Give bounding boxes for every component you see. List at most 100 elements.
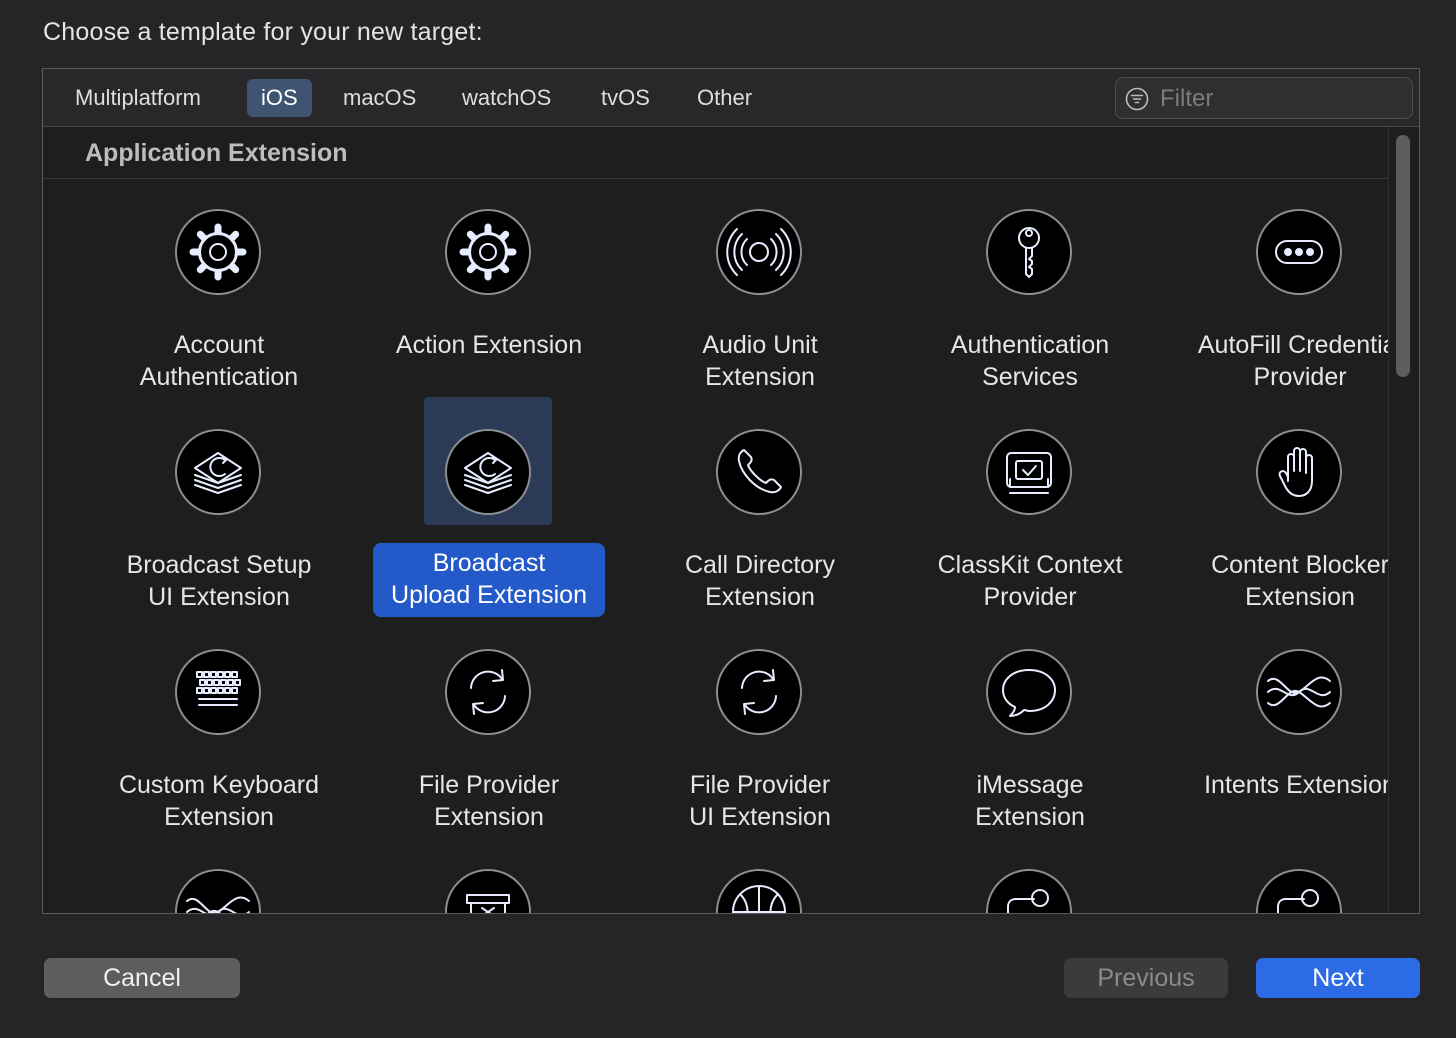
hand-icon	[1278, 447, 1313, 497]
template-item[interactable]: Authentication Services	[895, 179, 1165, 399]
template-item[interactable]: Audio Unit Extension	[625, 179, 895, 399]
template-icon-badge[interactable]	[986, 649, 1072, 735]
template-icon-badge[interactable]	[445, 649, 531, 735]
template-item[interactable]: Broadcast Upload Extension	[354, 397, 624, 619]
template-label: AutoFill Credential Provider	[1165, 329, 1389, 393]
template-label: Custom Keyboard Extension	[84, 769, 354, 833]
template-icon-badge[interactable]	[1256, 869, 1342, 913]
template-label: Broadcast Setup UI Extension	[84, 549, 354, 613]
template-item[interactable]: Account Authentication	[84, 179, 354, 399]
template-label-text: Broadcast Setup UI Extension	[126, 551, 312, 611]
template-label: Authentication Services	[895, 329, 1165, 393]
sync-arrows-icon	[470, 669, 506, 715]
template-item[interactable]	[625, 839, 895, 913]
template-icon-badge[interactable]	[1256, 429, 1342, 515]
filter-field[interactable]	[1115, 77, 1413, 119]
template-label: File Provider Extension	[354, 769, 624, 833]
template-icon-badge[interactable]	[716, 429, 802, 515]
cancel-button[interactable]: Cancel	[44, 958, 240, 998]
tab-tvos[interactable]: tvOS	[587, 79, 664, 117]
filter-input[interactable]	[1158, 82, 1402, 116]
sheet-title: Choose a template for your new target:	[43, 18, 483, 46]
template-label: Account Authentication	[84, 329, 354, 393]
template-label-text: Call Directory Extension	[684, 551, 836, 611]
broadcast-stack-icon	[194, 452, 242, 494]
template-label-text: Action Extension	[395, 331, 583, 359]
template-label: Audio Unit Extension	[625, 329, 895, 393]
scrollbar[interactable]	[1388, 127, 1419, 913]
broadcast-stack-icon	[464, 452, 512, 494]
template-icon-badge[interactable]	[1256, 209, 1342, 295]
template-label-text: Audio Unit Extension	[702, 331, 818, 391]
template-item[interactable]: iMessage Extension	[895, 619, 1165, 839]
template-label-text: Account Authentication	[139, 331, 299, 391]
gear-icon	[459, 223, 517, 281]
notification-icon	[1007, 889, 1049, 913]
section-header: Application Extension	[43, 127, 1389, 179]
template-label: Intents Extension	[1165, 769, 1389, 801]
template-label: Call Directory Extension	[625, 549, 895, 613]
template-item[interactable]: File Provider Extension	[354, 619, 624, 839]
scrollbar-thumb[interactable]	[1396, 135, 1410, 377]
template-icon-badge[interactable]	[445, 869, 531, 913]
next-button[interactable]: Next	[1256, 958, 1420, 998]
template-chooser: Multiplatform iOS macOS watchOS tvOS Oth…	[42, 68, 1420, 914]
template-label: Content Blocker Extension	[1165, 549, 1389, 613]
template-item[interactable]	[354, 839, 624, 913]
template-item[interactable]	[1165, 839, 1389, 913]
template-item[interactable]: Custom Keyboard Extension	[84, 619, 354, 839]
tab-ios[interactable]: iOS	[247, 79, 312, 117]
template-icon-badge[interactable]	[716, 869, 802, 913]
tab-watchos[interactable]: watchOS	[448, 79, 565, 117]
template-icon-badge[interactable]	[986, 869, 1072, 913]
template-icon-badge[interactable]	[445, 209, 531, 295]
template-item[interactable]: AutoFill Credential Provider	[1165, 179, 1389, 399]
intents-waves-icon	[186, 896, 250, 913]
template-item[interactable]: Intents Extension	[1165, 619, 1389, 839]
template-label: Broadcast Upload Extension	[354, 543, 624, 617]
template-label-text: Custom Keyboard Extension	[118, 771, 320, 831]
template-grid: Account Authentication Action Extension Au…	[43, 179, 1389, 913]
template-icon-badge[interactable]	[175, 429, 261, 515]
template-item[interactable]: Content Blocker Extension	[1165, 399, 1389, 619]
tab-multiplatform[interactable]: Multiplatform	[61, 79, 215, 117]
basketball-icon	[732, 885, 786, 913]
phone-icon	[737, 449, 782, 494]
template-item[interactable]: Action Extension	[354, 179, 624, 399]
template-item[interactable]: Broadcast Setup UI Extension	[84, 399, 354, 619]
template-icon-badge[interactable]	[175, 209, 261, 295]
template-label-text: Authentication Services	[950, 331, 1110, 391]
password-dots-icon	[1275, 240, 1323, 264]
template-icon-badge[interactable]	[986, 429, 1072, 515]
template-sheet: Choose a template for your new target: M…	[0, 0, 1456, 1038]
speech-bubble-icon	[1002, 669, 1056, 717]
template-icon-badge[interactable]	[175, 869, 261, 913]
template-label: File Provider UI Extension	[625, 769, 895, 833]
keyboard-icon	[196, 671, 241, 706]
template-icon-badge[interactable]	[716, 209, 802, 295]
tab-macos[interactable]: macOS	[329, 79, 430, 117]
audio-waves-icon	[726, 228, 792, 276]
template-item[interactable]: File Provider UI Extension	[625, 619, 895, 839]
template-item[interactable]	[84, 839, 354, 913]
template-icon-badge[interactable]	[1256, 649, 1342, 735]
template-item[interactable]: ClassKit Context Provider	[895, 399, 1165, 619]
platform-tabbar: Multiplatform iOS macOS watchOS tvOS Oth…	[43, 69, 1419, 127]
template-item[interactable]: Call Directory Extension	[625, 399, 895, 619]
section-title: Application Extension	[85, 139, 348, 167]
template-item[interactable]	[895, 839, 1165, 913]
template-icon-badge[interactable]	[445, 429, 531, 515]
template-label-text: File Provider Extension	[418, 771, 560, 831]
notification-icon	[1277, 889, 1319, 913]
template-icon-badge[interactable]	[986, 209, 1072, 295]
template-icon-badge[interactable]	[716, 649, 802, 735]
template-label-text: iMessage Extension	[975, 771, 1085, 831]
gear-icon	[189, 223, 247, 281]
previous-button[interactable]: Previous	[1064, 958, 1228, 998]
template-icon-badge[interactable]	[175, 649, 261, 735]
template-label: Action Extension	[354, 329, 624, 361]
classkit-checkmark-icon	[1006, 452, 1052, 494]
tab-other[interactable]: Other	[683, 79, 766, 117]
box-icon	[466, 894, 510, 913]
intents-waves-icon	[1267, 676, 1331, 708]
